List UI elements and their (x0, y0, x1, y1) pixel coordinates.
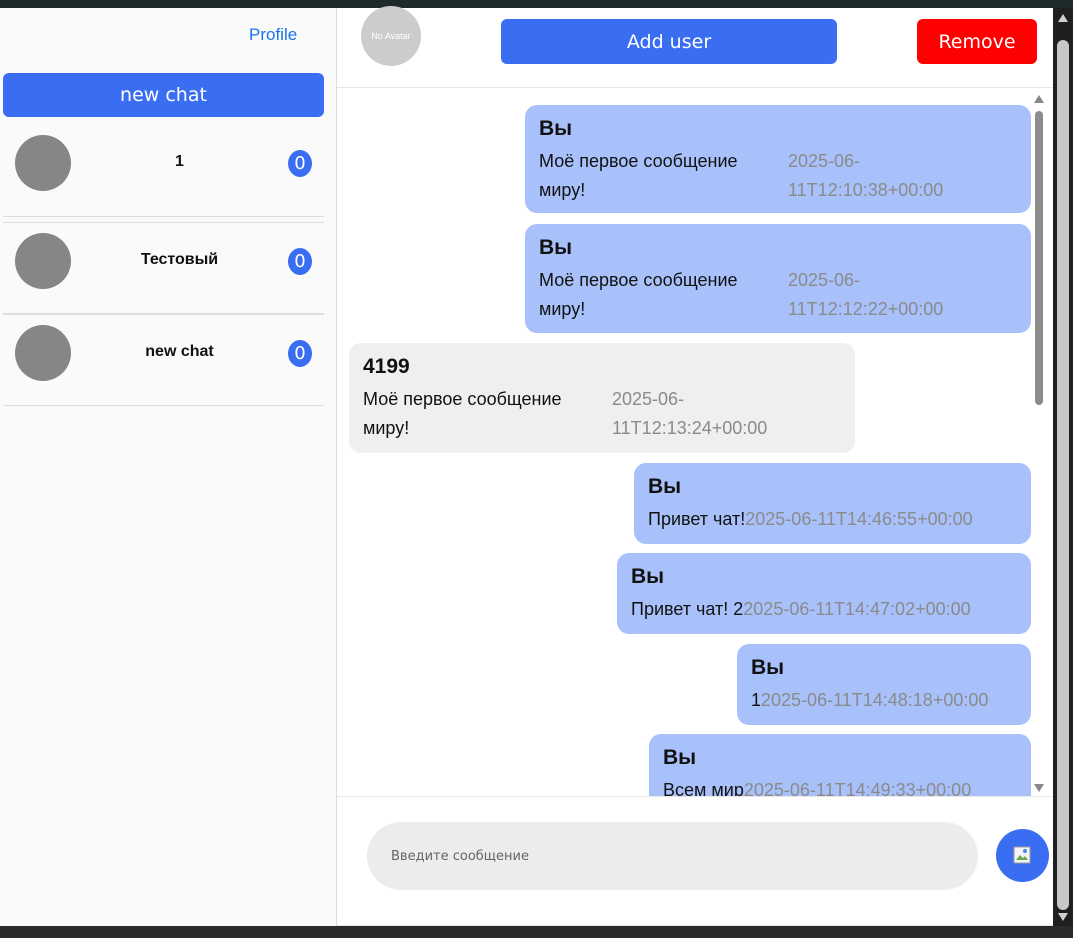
chat-list: 1 0 Тестовый 0 new chat 0 (3, 125, 324, 406)
message-bubble: Вы Моё первое сообщение миру! 2025-06-11… (525, 105, 1031, 213)
message-input[interactable] (367, 822, 978, 890)
message-text: Моё первое сообщение миру! (539, 270, 738, 319)
add-user-button[interactable]: Add user (501, 19, 837, 64)
chat-avatar (15, 135, 71, 191)
chat-list-item[interactable]: Тестовый 0 (3, 222, 324, 314)
message-bubble: Вы Привет чат! 2025-06-11T14:46:55+00:00 (634, 463, 1031, 544)
chat-list-item[interactable]: 1 0 (3, 125, 324, 217)
scroll-up-arrow-icon[interactable] (1034, 95, 1044, 103)
window-scrollbar-thumb[interactable] (1057, 40, 1069, 910)
message-author: Вы (751, 656, 785, 679)
message-text: Привет чат! 2 (631, 599, 744, 619)
chat-name: 1 (175, 153, 184, 170)
chat-avatar (15, 325, 71, 381)
scroll-down-arrow-icon[interactable] (1034, 784, 1044, 792)
chat-avatar (15, 233, 71, 289)
app-window: Profile new chat 1 0 Тестовый 0 new chat… (0, 6, 1053, 926)
message-text: Моё первое сообщение миру! (363, 389, 562, 438)
message-timestamp: 2025-06-11T14:46:55+00:00 (745, 509, 973, 529)
message-timestamp: 2025-06-11T14:49:33+00:00 (743, 780, 972, 797)
message-text: Моё первое сообщение миру! (539, 151, 738, 200)
message-timestamp: 2025-06-11T12:13:24+00:00 (612, 389, 768, 438)
message-author: Вы (631, 565, 665, 588)
window-bottom-bar (0, 926, 1073, 938)
unread-count-badge: 0 (288, 150, 312, 177)
message-bubble: Вы 1 2025-06-11T14:48:18+00:00 (737, 644, 1031, 725)
message-author: 4199 (363, 355, 410, 378)
message-bubble: Вы Моё первое сообщение миру! 2025-06-11… (525, 224, 1031, 333)
message-timestamp: 2025-06-11T14:47:02+00:00 (743, 599, 971, 619)
chat-header: No Avatar Add user Remove (337, 6, 1053, 88)
message-text: Всем мир (663, 780, 744, 797)
scroll-down-arrow-icon[interactable] (1058, 913, 1068, 921)
chat-avatar-placeholder: No Avatar (361, 6, 421, 66)
unread-count-badge: 0 (288, 340, 312, 367)
chat-name: Тестовый (140, 251, 219, 268)
message-composer (337, 798, 1053, 926)
message-bubble: Вы Привет чат! 2 2025-06-11T14:47:02+00:… (617, 553, 1031, 634)
chat-list-item[interactable]: new chat 0 (3, 314, 324, 406)
new-chat-button[interactable]: new chat (3, 73, 324, 117)
window-scrollbar[interactable] (1053, 8, 1073, 926)
message-list[interactable]: Вы Моё первое сообщение миру! 2025-06-11… (337, 93, 1053, 797)
unread-count-badge: 0 (288, 248, 312, 275)
message-text: 1 (751, 690, 762, 710)
message-bubble: Вы Всем мир 2025-06-11T14:49:33+00:00 (649, 734, 1031, 797)
send-button[interactable] (996, 829, 1049, 882)
message-author: Вы (539, 117, 573, 140)
sidebar: Profile new chat 1 0 Тестовый 0 new chat… (0, 8, 337, 926)
scroll-up-arrow-icon[interactable] (1058, 14, 1068, 22)
message-timestamp: 2025-06-11T14:48:18+00:00 (761, 690, 989, 710)
message-author: Вы (539, 236, 573, 259)
message-text: Привет чат! (648, 509, 746, 529)
chat-name: new chat (145, 343, 214, 360)
message-timestamp: 2025-06-11T12:12:22+00:00 (788, 270, 944, 319)
broken-image-icon (1013, 846, 1031, 864)
message-author: Вы (663, 746, 697, 769)
message-author: Вы (648, 475, 682, 498)
message-list-scrollbar[interactable] (1035, 111, 1043, 405)
window-top-bar (0, 0, 1073, 8)
chat-panel: No Avatar Add user Remove Вы Моё первое … (337, 6, 1053, 926)
message-bubble: 4199 Моё первое сообщение миру! 2025-06-… (349, 343, 855, 453)
message-timestamp: 2025-06-11T12:10:38+00:00 (788, 151, 944, 200)
remove-button[interactable]: Remove (917, 19, 1037, 64)
profile-link[interactable]: Profile (249, 25, 297, 45)
